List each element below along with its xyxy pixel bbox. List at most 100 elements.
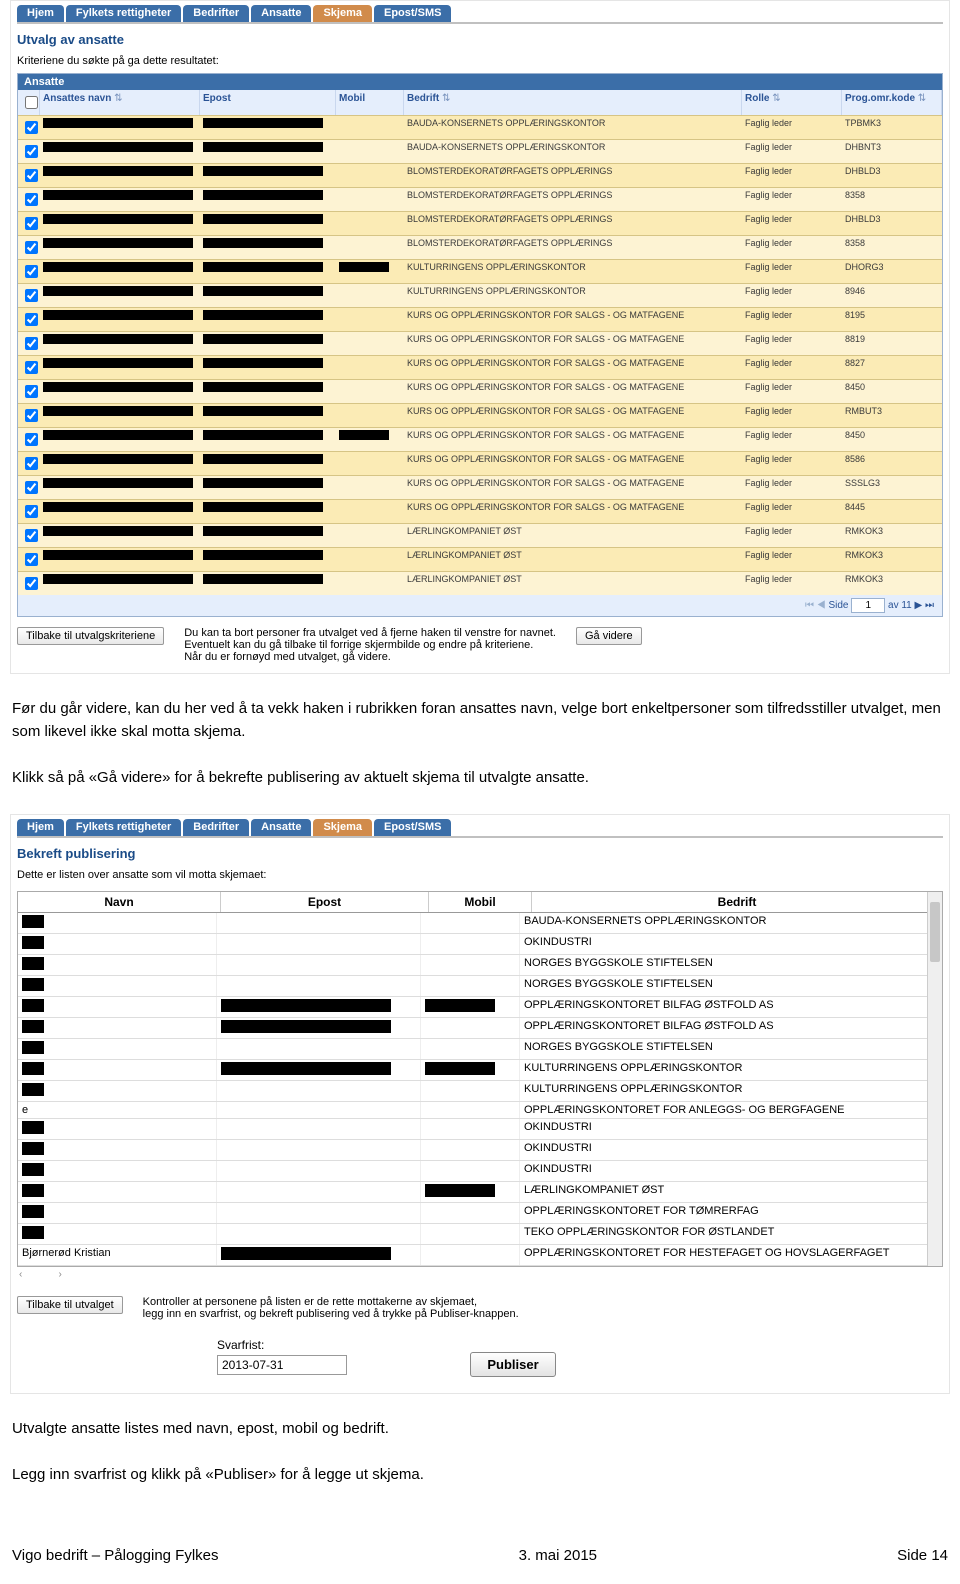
body-paragraph-3: Utvalgte ansatte listes med navn, epost,… bbox=[12, 1418, 948, 1441]
table-row[interactable]: KURS OG OPPLÆRINGSKONTOR FOR SALGS - OG … bbox=[18, 379, 942, 403]
result-caption: Kriteriene du søkte på ga dette resultat… bbox=[17, 55, 943, 67]
table-row: OKINDUSTRI bbox=[18, 1140, 928, 1161]
back-to-selection-button[interactable]: Tilbake til utvalget bbox=[17, 1296, 123, 1314]
cell-rolle: Faglig leder bbox=[742, 332, 842, 355]
row-checkbox[interactable] bbox=[25, 313, 38, 326]
row-checkbox[interactable] bbox=[25, 361, 38, 374]
cell-prog: 8358 bbox=[842, 236, 942, 259]
cell-rolle: Faglig leder bbox=[742, 284, 842, 307]
col-header-epost[interactable]: Epost bbox=[200, 90, 336, 115]
cell-prog: TPBMK3 bbox=[842, 116, 942, 139]
table-row[interactable]: LÆRLINGKOMPANIET ØSTFaglig lederRMKOK3 bbox=[18, 547, 942, 571]
row-checkbox[interactable] bbox=[25, 529, 38, 542]
cell-bedrift: KURS OG OPPLÆRINGSKONTOR FOR SALGS - OG … bbox=[404, 404, 742, 427]
row-checkbox[interactable] bbox=[25, 577, 38, 590]
table-row[interactable]: KURS OG OPPLÆRINGSKONTOR FOR SALGS - OG … bbox=[18, 331, 942, 355]
table-row[interactable]: BAUDA-KONSERNETS OPPLÆRINGSKONTORFaglig … bbox=[18, 115, 942, 139]
cell-prog: DHBLD3 bbox=[842, 212, 942, 235]
table-row: OKINDUSTRI bbox=[18, 1161, 928, 1182]
svarfrist-input[interactable] bbox=[217, 1355, 347, 1375]
pager-page-input[interactable] bbox=[851, 598, 885, 613]
row-checkbox[interactable] bbox=[25, 145, 38, 158]
cell-bedrift: KULTURRINGENS OPPLÆRINGSKONTOR bbox=[404, 260, 742, 283]
tab-fylkets-rettigheter[interactable]: Fylkets rettigheter bbox=[66, 5, 181, 22]
table-row[interactable]: BLOMSTERDEKORATØRFAGETS OPPLÆRINGSFaglig… bbox=[18, 187, 942, 211]
row-checkbox[interactable] bbox=[25, 337, 38, 350]
cell-rolle: Faglig leder bbox=[742, 380, 842, 403]
tab-skjema[interactable]: Skjema bbox=[313, 5, 372, 22]
table-row[interactable]: KURS OG OPPLÆRINGSKONTOR FOR SALGS - OG … bbox=[18, 451, 942, 475]
table-row: KULTURRINGENS OPPLÆRINGSKONTOR bbox=[18, 1060, 928, 1081]
table-row[interactable]: KULTURRINGENS OPPLÆRINGSKONTORFaglig led… bbox=[18, 283, 942, 307]
table-row[interactable]: BLOMSTERDEKORATØRFAGETS OPPLÆRINGSFaglig… bbox=[18, 235, 942, 259]
row-checkbox[interactable] bbox=[25, 409, 38, 422]
scrollbar[interactable] bbox=[927, 892, 942, 1266]
row-checkbox[interactable] bbox=[25, 481, 38, 494]
col-header-bedrift[interactable]: Bedrift bbox=[404, 90, 742, 115]
row-checkbox[interactable] bbox=[25, 265, 38, 278]
row-checkbox[interactable] bbox=[25, 169, 38, 182]
col-header-rolle[interactable]: Rolle bbox=[742, 90, 842, 115]
cell-prog: RMKOK3 bbox=[842, 548, 942, 571]
table-row[interactable]: KURS OG OPPLÆRINGSKONTOR FOR SALGS - OG … bbox=[18, 307, 942, 331]
col-header-mobil[interactable]: Mobil bbox=[336, 90, 404, 115]
tab-epost-sms[interactable]: Epost/SMS bbox=[374, 5, 451, 22]
row-checkbox[interactable] bbox=[25, 217, 38, 230]
tab-skjema[interactable]: Skjema bbox=[313, 819, 372, 836]
table-row: OPPLÆRINGSKONTORET FOR TØMRERFAG bbox=[18, 1203, 928, 1224]
tab-hjem[interactable]: Hjem bbox=[17, 819, 64, 836]
tab-epost-sms[interactable]: Epost/SMS bbox=[374, 819, 451, 836]
row-checkbox[interactable] bbox=[25, 433, 38, 446]
table-row[interactable]: KURS OG OPPLÆRINGSKONTOR FOR SALGS - OG … bbox=[18, 475, 942, 499]
table-row[interactable]: BAUDA-KONSERNETS OPPLÆRINGSKONTORFaglig … bbox=[18, 139, 942, 163]
row-checkbox[interactable] bbox=[25, 385, 38, 398]
col-header-navn[interactable]: Ansattes navn bbox=[40, 90, 200, 115]
table-row[interactable]: KURS OG OPPLÆRINGSKONTOR FOR SALGS - OG … bbox=[18, 403, 942, 427]
tab-ansatte[interactable]: Ansatte bbox=[251, 5, 311, 22]
table-row: NORGES BYGGSKOLE STIFTELSEN bbox=[18, 976, 928, 997]
forward-button[interactable]: Gå videre bbox=[576, 627, 642, 645]
table-row: Bjørnerød KristianOPPLÆRINGSKONTORET FOR… bbox=[18, 1245, 928, 1266]
cell-bedrift: KULTURRINGENS OPPLÆRINGSKONTOR bbox=[404, 284, 742, 307]
table-row[interactable]: KURS OG OPPLÆRINGSKONTOR FOR SALGS - OG … bbox=[18, 499, 942, 523]
cell-rolle: Faglig leder bbox=[742, 476, 842, 499]
cell-bedrift: NORGES BYGGSKOLE STIFTELSEN bbox=[520, 955, 928, 975]
cell-prog: 8586 bbox=[842, 452, 942, 475]
table-row: eOPPLÆRINGSKONTORET FOR ANLEGGS- OG BERG… bbox=[18, 1102, 928, 1119]
row-checkbox[interactable] bbox=[25, 457, 38, 470]
table-row[interactable]: LÆRLINGKOMPANIET ØSTFaglig lederRMKOK3 bbox=[18, 523, 942, 547]
row-checkbox[interactable] bbox=[25, 121, 38, 134]
cell-rolle: Faglig leder bbox=[742, 116, 842, 139]
cell-rolle: Faglig leder bbox=[742, 452, 842, 475]
cell-rolle: Faglig leder bbox=[742, 308, 842, 331]
table-row[interactable]: BLOMSTERDEKORATØRFAGETS OPPLÆRINGSFaglig… bbox=[18, 163, 942, 187]
row-checkbox[interactable] bbox=[25, 289, 38, 302]
tab-ansatte[interactable]: Ansatte bbox=[251, 819, 311, 836]
table-row[interactable]: LÆRLINGKOMPANIET ØSTFaglig lederRMKOK3 bbox=[18, 571, 942, 595]
table-row[interactable]: KULTURRINGENS OPPLÆRINGSKONTORFaglig led… bbox=[18, 259, 942, 283]
cell-bedrift: KURS OG OPPLÆRINGSKONTOR FOR SALGS - OG … bbox=[404, 380, 742, 403]
table-row[interactable]: KURS OG OPPLÆRINGSKONTOR FOR SALGS - OG … bbox=[18, 427, 942, 451]
row-checkbox[interactable] bbox=[25, 241, 38, 254]
cell-prog: RMKOK3 bbox=[842, 524, 942, 547]
select-all-checkbox[interactable] bbox=[25, 96, 38, 109]
cell-bedrift: KURS OG OPPLÆRINGSKONTOR FOR SALGS - OG … bbox=[404, 428, 742, 451]
tab-hjem[interactable]: Hjem bbox=[17, 5, 64, 22]
back-button[interactable]: Tilbake til utvalgskriteriene bbox=[17, 627, 164, 645]
table-row[interactable]: KURS OG OPPLÆRINGSKONTOR FOR SALGS - OG … bbox=[18, 355, 942, 379]
tab-bedrifter[interactable]: Bedrifter bbox=[183, 5, 249, 22]
col-header-prog[interactable]: Prog.omr.kode bbox=[842, 90, 942, 115]
pager-first-icon[interactable]: ⏮ ◀ bbox=[805, 600, 826, 611]
cell-bedrift: BAUDA-KONSERNETS OPPLÆRINGSKONTOR bbox=[404, 116, 742, 139]
cell-bedrift: OKINDUSTRI bbox=[520, 1140, 928, 1160]
row-checkbox[interactable] bbox=[25, 193, 38, 206]
tab-fylkets-rettigheter[interactable]: Fylkets rettigheter bbox=[66, 819, 181, 836]
table-row[interactable]: BLOMSTERDEKORATØRFAGETS OPPLÆRINGSFaglig… bbox=[18, 211, 942, 235]
row-checkbox[interactable] bbox=[25, 553, 38, 566]
pager-next-icon[interactable]: ▶ ⏭ bbox=[915, 600, 934, 611]
col2-epost: Epost bbox=[221, 892, 429, 912]
cell-prog: DHBLD3 bbox=[842, 164, 942, 187]
tab-bedrifter[interactable]: Bedrifter bbox=[183, 819, 249, 836]
publish-button[interactable]: Publiser bbox=[470, 1352, 555, 1377]
row-checkbox[interactable] bbox=[25, 505, 38, 518]
